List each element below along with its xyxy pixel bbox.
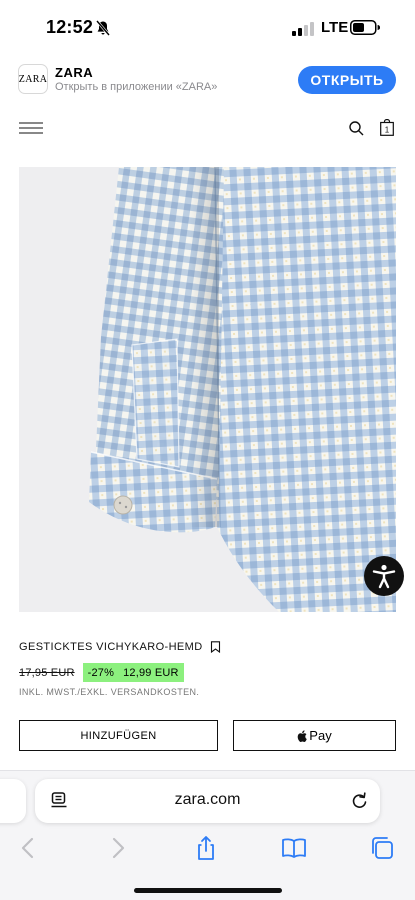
- product-image[interactable]: [19, 167, 396, 612]
- tax-note: INKL. MWST./EXKL. VERSANDKOSTEN.: [19, 687, 200, 697]
- product-title-row: GESTICKTES VICHYKARO-HEMD: [19, 641, 221, 653]
- search-icon[interactable]: [349, 121, 364, 136]
- sale-price: 12,99 EUR: [123, 666, 179, 679]
- product-title: GESTICKTES VICHYKARO-HEMD: [19, 641, 203, 653]
- price-row: 17,95 EUR -27% 12,99 EUR: [19, 663, 184, 682]
- apple-pay-button[interactable]: Pay: [233, 720, 396, 751]
- gingham-shirt-image: [19, 167, 396, 612]
- bookmark-icon[interactable]: [210, 641, 221, 653]
- bag-count: 1: [385, 126, 390, 135]
- app-subtitle: Открыть в приложении «ZARA»: [55, 81, 218, 93]
- battery-icon: [350, 20, 380, 35]
- accessibility-icon: [372, 564, 396, 589]
- address-bar[interactable]: zara.com: [35, 779, 380, 823]
- discount-label: -27%: [87, 666, 115, 679]
- app-banner: ZARA ZARA Открыть в приложении «ZARA» ОТ…: [0, 57, 415, 101]
- accessibility-button[interactable]: [364, 556, 404, 596]
- open-in-app-button[interactable]: ОТКРЫТЬ: [298, 66, 396, 94]
- site-header: 1: [0, 112, 415, 144]
- signal-icon: [292, 22, 314, 36]
- shopping-bag-icon[interactable]: 1: [380, 119, 394, 136]
- bell-muted-icon: [96, 20, 110, 36]
- browser-bar: zara.com: [0, 770, 415, 900]
- status-time: 12:52: [46, 17, 94, 37]
- apple-pay-label: Pay: [309, 728, 332, 743]
- previous-tab-edge[interactable]: [0, 779, 26, 823]
- bookmarks-icon[interactable]: [281, 835, 307, 861]
- address-text: zara.com: [174, 791, 241, 808]
- reload-icon[interactable]: [351, 792, 368, 810]
- app-name: ZARA: [55, 65, 94, 80]
- sale-price-badge: -27% 12,99 EUR: [82, 663, 184, 682]
- network-label: LTE: [321, 19, 349, 36]
- forward-icon[interactable]: [105, 835, 131, 861]
- back-icon[interactable]: [15, 835, 41, 861]
- home-indicator: [134, 888, 282, 893]
- menu-icon[interactable]: [19, 122, 43, 134]
- add-to-cart-button[interactable]: HINZUFÜGEN: [19, 720, 218, 751]
- old-price: 17,95 EUR: [19, 666, 75, 679]
- apple-icon: [298, 729, 308, 742]
- status-bar: 12:52 LTE: [0, 0, 415, 56]
- tabs-icon[interactable]: [369, 835, 395, 861]
- share-icon[interactable]: [193, 835, 219, 861]
- zara-app-logo: ZARA: [18, 64, 48, 94]
